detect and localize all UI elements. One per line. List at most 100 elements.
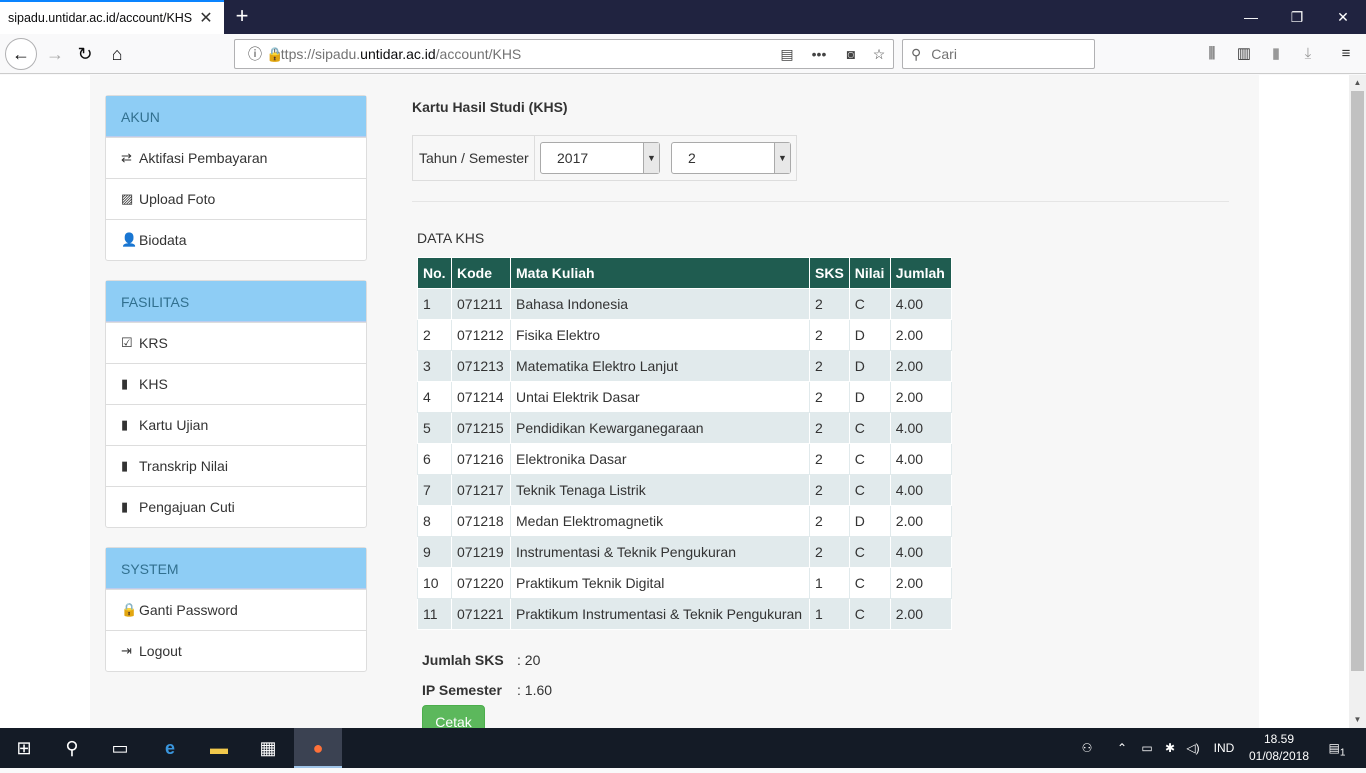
home-icon[interactable]: ⌂: [102, 39, 132, 69]
extension-icon[interactable]: ▮: [1264, 42, 1288, 66]
notification-icon[interactable]: ▤1: [1320, 728, 1354, 768]
cell-sks: 2: [809, 443, 850, 475]
cell-jumlah: 2.00: [889, 350, 952, 382]
search-icon[interactable]: ⚲: [48, 728, 96, 768]
table-row: 8 071218 Medan Elektromagnetik 2 D 2.00: [417, 505, 952, 537]
sidebar-item-label: Upload Foto: [139, 191, 216, 207]
semester-select-value: 2: [688, 150, 696, 166]
sidebar-item-kartu-ujian[interactable]: ▮ Kartu Ujian: [106, 404, 366, 445]
edge-browser-icon[interactable]: e: [146, 728, 194, 768]
browser-tab[interactable]: sipadu.untidar.ac.id/account/KHS ✕: [0, 0, 224, 34]
transfer-icon: ⇄: [121, 150, 132, 165]
cell-no: 4: [417, 381, 452, 413]
cell-mata-kuliah: Medan Elektromagnetik: [510, 505, 810, 537]
picture-icon: ▨: [121, 191, 134, 206]
new-tab-button[interactable]: +: [230, 4, 254, 28]
print-button[interactable]: Cetak: [422, 705, 485, 728]
sidebar-item-krs[interactable]: ☑ KRS: [106, 322, 366, 363]
language-indicator[interactable]: IND: [1208, 728, 1240, 768]
col-header-no: No.: [417, 257, 452, 289]
padlock-icon: 🔒: [266, 45, 284, 62]
close-window-button[interactable]: ✕: [1320, 0, 1366, 34]
cell-nilai: C: [848, 288, 891, 320]
chevron-down-icon[interactable]: ▼: [774, 143, 790, 173]
volume-icon[interactable]: ◁): [1183, 728, 1203, 768]
tray-chevron-icon[interactable]: ⌃: [1112, 728, 1132, 768]
table-row: 6 071216 Elektronika Dasar 2 C 4.00: [417, 443, 952, 475]
firefox-icon[interactable]: ●: [294, 728, 342, 768]
cell-sks: 2: [809, 288, 850, 320]
minimize-button[interactable]: —: [1228, 0, 1274, 34]
back-arrow-icon[interactable]: ←: [5, 38, 37, 70]
sidebar-icon[interactable]: ▥: [1232, 42, 1256, 66]
chevron-down-icon[interactable]: ▼: [643, 143, 659, 173]
task-view-icon[interactable]: ▭: [96, 728, 144, 768]
page-actions-icon[interactable]: •••: [801, 46, 837, 62]
store-icon[interactable]: ▦: [244, 728, 292, 768]
sidebar-item-label: Transkrip Nilai: [139, 458, 228, 474]
cell-sks: 2: [809, 381, 850, 413]
col-header-jumlah: Jumlah: [889, 257, 952, 289]
table-caption: DATA KHS: [417, 230, 485, 246]
menu-icon[interactable]: ≡: [1334, 42, 1358, 66]
url-bar[interactable]: ⓘ 🔒 https://sipadu.untidar.ac.id/account…: [234, 39, 894, 69]
table-row: 11 071221 Praktikum Instrumentasi & Teknik…: [417, 598, 952, 630]
library-icon[interactable]: ⫼: [1200, 42, 1224, 66]
battery-icon[interactable]: ▭: [1137, 728, 1157, 768]
col-header-kode: Kode: [451, 257, 511, 289]
sidebar-item-upload-foto[interactable]: ▨ Upload Foto: [106, 178, 366, 219]
col-header-sks: SKS: [809, 257, 850, 289]
clock[interactable]: 18.59 01/08/2018: [1244, 731, 1314, 765]
year-select[interactable]: 2017 ▼: [540, 142, 660, 174]
cell-mata-kuliah: Bahasa Indonesia: [510, 288, 810, 320]
pocket-icon[interactable]: ◙: [837, 46, 865, 62]
tab-close-icon[interactable]: ✕: [196, 8, 216, 28]
cell-no: 5: [417, 412, 452, 444]
scroll-down-icon[interactable]: ▼: [1349, 712, 1366, 728]
col-header-mata-kuliah: Mata Kuliah: [510, 257, 810, 289]
cell-jumlah: 2.00: [889, 567, 952, 599]
file-icon: ▮: [121, 417, 129, 432]
sidebar-item-label: Ganti Password: [139, 602, 238, 618]
restore-button[interactable]: ❐: [1274, 0, 1320, 34]
people-icon[interactable]: ⚇: [1076, 728, 1098, 768]
semester-select[interactable]: 2 ▼: [671, 142, 791, 174]
scroll-up-icon[interactable]: ▲: [1349, 75, 1366, 91]
sidebar-item-logout[interactable]: ⇥ Logout: [106, 630, 366, 671]
wifi-icon[interactable]: ✱: [1160, 728, 1180, 768]
sidebar-item-transkrip-nilai[interactable]: ▮ Transkrip Nilai: [106, 445, 366, 486]
cell-nilai: D: [848, 381, 891, 413]
table-row: 5 071215 Pendidikan Kewarganegaraan 2 C 4.00: [417, 412, 952, 444]
page-title: Kartu Hasil Studi (KHS): [412, 99, 568, 115]
cell-kode: 071217: [451, 474, 511, 506]
sidebar-item-biodata[interactable]: 👤 Biodata: [106, 219, 366, 260]
sidebar-item-khs[interactable]: ▮ KHS: [106, 363, 366, 404]
scroll-thumb[interactable]: [1351, 91, 1364, 671]
table-body: 1 071211 Bahasa Indonesia 2 C 4.00 2 071212 Fisi…: [417, 288, 952, 630]
forward-arrow-icon[interactable]: →: [40, 39, 70, 69]
filter-label: Tahun / Semester: [413, 136, 535, 180]
panel-fasilitas-title: FASILITAS: [106, 281, 366, 322]
cell-kode: 071220: [451, 567, 511, 599]
search-box[interactable]: ⚲ Cari: [902, 39, 1095, 69]
cell-mata-kuliah: Instrumentasi & Teknik Pengukuran: [510, 536, 810, 568]
windows-start-icon[interactable]: ⊞: [0, 728, 48, 768]
summary-sks-row: Jumlah SKS : 20: [422, 645, 552, 675]
sidebar-item-pengajuan-cuti[interactable]: ▮ Pengajuan Cuti: [106, 486, 366, 527]
download-icon[interactable]: ⤓: [1296, 42, 1320, 66]
bookmark-star-icon[interactable]: ☆: [865, 46, 893, 63]
reader-view-icon[interactable]: ▤: [773, 46, 801, 63]
cell-nilai: D: [848, 505, 891, 537]
sidebar-item-aktifasi-pembayaran[interactable]: ⇄ Aktifasi Pembayaran: [106, 137, 366, 178]
reload-icon[interactable]: ↻: [70, 39, 100, 69]
scrollbar[interactable]: ▲ ▼: [1349, 75, 1366, 728]
cell-sks: 2: [809, 350, 850, 382]
table-row: 7 071217 Teknik Tenaga Listrik 2 C 4.00: [417, 474, 952, 506]
sidebar-item-ganti-password[interactable]: 🔒 Ganti Password: [106, 589, 366, 630]
cell-kode: 071211: [451, 288, 511, 320]
file-explorer-icon[interactable]: ▬: [195, 728, 243, 768]
table-row: 3 071213 Matematika Elektro Lanjut 2 D 2.00: [417, 350, 952, 382]
summary-ip-value: : 1.60: [517, 682, 553, 698]
url-text[interactable]: https://sipadu.untidar.ac.id/account/KHS: [273, 46, 773, 62]
cell-no: 10: [417, 567, 452, 599]
